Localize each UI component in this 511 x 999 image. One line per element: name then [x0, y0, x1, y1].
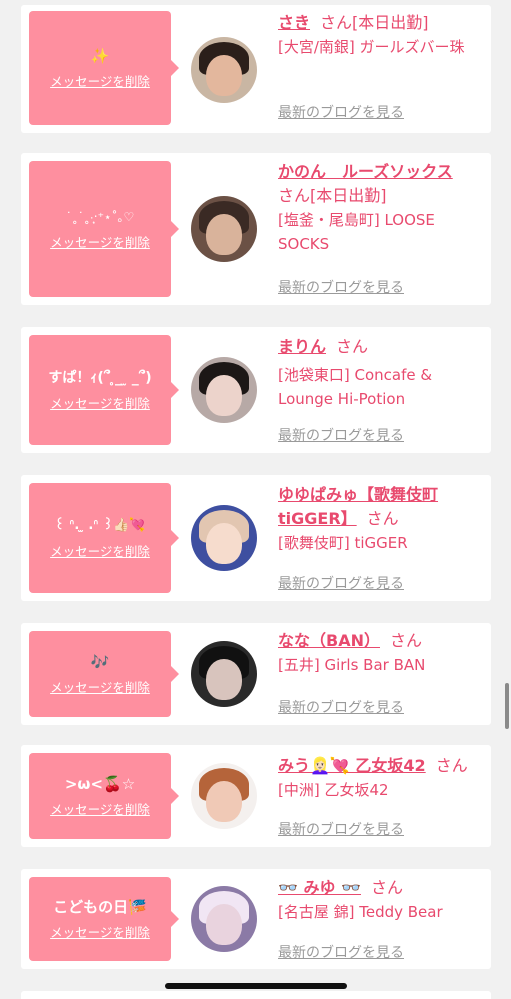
- shop-name: [中洲] 乙女坂42: [278, 781, 389, 799]
- honorific: さん: [320, 13, 353, 32]
- honorific-status: さん[本日出勤]: [278, 186, 387, 205]
- cast-card: ✨ メッセージを削除 さき さん[本日出勤] [大宮/南銀] ガールズバー珠 最新…: [21, 5, 491, 133]
- cast-card: ꒰ ᐢ. ̫ .ᐢ ꒱👍🏻💘 メッセージを削除 ゆゆぱみゅ【歌舞伎町tiGGER…: [21, 475, 491, 601]
- cast-card: ˙˳˙˳·̩͙‧⁺⋆˚｡♡ メッセージを削除 かのん ルーズソックス さん[本日…: [21, 153, 491, 305]
- honorific: さん: [371, 878, 404, 897]
- cast-card: [21, 991, 491, 999]
- message-text: 🎶: [90, 653, 110, 671]
- latest-blog-link[interactable]: 最新のブログを見る: [278, 425, 404, 445]
- cast-name-link[interactable]: まりん: [278, 337, 326, 356]
- cast-card: >ω<🍒☆ メッセージを削除 みう👱🏻‍♀️💘 乙女坂42 さん [中洲] 乙女坂…: [21, 745, 491, 847]
- avatar[interactable]: [191, 505, 257, 571]
- message-text: ꒰ ᐢ. ̫ .ᐢ ꒱👍🏻💘: [54, 518, 146, 533]
- cast-card: 🎶 メッセージを削除 なな（BAN） さん [五井] Girls Bar BAN …: [21, 623, 491, 725]
- cast-info: かのん ルーズソックス さん[本日出勤] [塩釜・尾島町] LOOSE SOCK…: [278, 160, 488, 256]
- avatar[interactable]: [191, 357, 257, 423]
- avatar[interactable]: [191, 641, 257, 707]
- cast-card: すぱ！ｨ(՞ ̥_ ̫ _՞) メッセージを削除 まりん さん [池袋東口] Co…: [21, 327, 491, 453]
- message-text: すぱ！ｨ(՞ ̥_ ̫ _՞): [48, 370, 152, 386]
- shop-name: [大宮/南銀] ガールズバー珠: [278, 38, 465, 56]
- message-text: >ω<🍒☆: [64, 775, 136, 793]
- message-bubble[interactable]: 🎶 メッセージを削除: [29, 631, 179, 717]
- avatar[interactable]: [191, 886, 257, 952]
- cast-name-link[interactable]: みう👱🏻‍♀️💘 乙女坂42: [278, 756, 426, 775]
- message-bubble[interactable]: ✨ メッセージを削除: [29, 11, 179, 125]
- shop-name: [名古屋 錦] Teddy Bear: [278, 903, 443, 921]
- shop-name: [塩釜・尾島町] LOOSE SOCKS: [278, 211, 435, 253]
- message-text: ✨: [90, 47, 110, 65]
- delete-message-link[interactable]: メッセージを削除: [50, 544, 150, 560]
- honorific: さん: [366, 509, 399, 528]
- delete-message-link[interactable]: メッセージを削除: [50, 680, 150, 696]
- cast-info: なな（BAN） さん [五井] Girls Bar BAN: [278, 629, 488, 677]
- cast-info: ゆゆぱみゅ【歌舞伎町tiGGER】 さん [歌舞伎町] tiGGER: [278, 483, 488, 555]
- home-indicator[interactable]: [165, 983, 347, 989]
- latest-blog-link[interactable]: 最新のブログを見る: [278, 573, 404, 593]
- cast-card: こどもの日🎏 メッセージを削除 👓 みゆ 👓 さん [名古屋 錦] Teddy B…: [21, 869, 491, 969]
- cast-name-link[interactable]: なな（BAN）: [278, 631, 380, 650]
- delete-message-link[interactable]: メッセージを削除: [50, 925, 150, 941]
- cast-name-link[interactable]: ゆゆぱみゅ【歌舞伎町tiGGER】: [278, 485, 438, 528]
- cast-info: 👓 みゆ 👓 さん [名古屋 錦] Teddy Bear: [278, 876, 488, 924]
- latest-blog-link[interactable]: 最新のブログを見る: [278, 942, 404, 962]
- scrollbar[interactable]: [505, 683, 509, 729]
- avatar[interactable]: [191, 37, 257, 103]
- honorific: さん: [435, 756, 468, 775]
- message-bubble[interactable]: >ω<🍒☆ メッセージを削除: [29, 753, 179, 839]
- cast-info: まりん さん [池袋東口] Concafe & Lounge Hi-Potion: [278, 335, 488, 411]
- latest-blog-link[interactable]: 最新のブログを見る: [278, 697, 404, 717]
- delete-message-link[interactable]: メッセージを削除: [50, 802, 150, 818]
- shop-name: [池袋東口] Concafe & Lounge Hi-Potion: [278, 366, 433, 408]
- attendance-status: [本日出勤]: [352, 13, 429, 32]
- delete-message-link[interactable]: メッセージを削除: [50, 74, 150, 90]
- message-bubble[interactable]: すぱ！ｨ(՞ ̥_ ̫ _՞) メッセージを削除: [29, 335, 179, 445]
- shop-name: [五井] Girls Bar BAN: [278, 656, 426, 674]
- shop-name: [歌舞伎町] tiGGER: [278, 534, 408, 552]
- honorific: さん: [389, 631, 422, 650]
- latest-blog-link[interactable]: 最新のブログを見る: [278, 819, 404, 839]
- cast-name-link[interactable]: さき: [278, 13, 310, 32]
- message-text: こどもの日🎏: [53, 898, 147, 916]
- message-bubble[interactable]: こどもの日🎏 メッセージを削除: [29, 877, 179, 961]
- delete-message-link[interactable]: メッセージを削除: [50, 396, 150, 412]
- cast-name-link[interactable]: かのん ルーズソックス: [278, 162, 453, 181]
- honorific: さん: [336, 337, 369, 356]
- cast-info: さき さん[本日出勤] [大宮/南銀] ガールズバー珠: [278, 11, 488, 59]
- avatar[interactable]: [191, 763, 257, 829]
- message-text: ˙˳˙˳·̩͙‧⁺⋆˚｡♡: [65, 210, 135, 224]
- message-bubble[interactable]: ˙˳˙˳·̩͙‧⁺⋆˚｡♡ メッセージを削除: [29, 161, 179, 297]
- avatar[interactable]: [191, 196, 257, 262]
- cast-info: みう👱🏻‍♀️💘 乙女坂42 さん [中洲] 乙女坂42: [278, 754, 490, 802]
- cast-name-link[interactable]: 👓 みゆ 👓: [278, 878, 361, 897]
- delete-message-link[interactable]: メッセージを削除: [50, 235, 150, 251]
- message-bubble[interactable]: ꒰ ᐢ. ̫ .ᐢ ꒱👍🏻💘 メッセージを削除: [29, 483, 179, 593]
- latest-blog-link[interactable]: 最新のブログを見る: [278, 102, 404, 122]
- latest-blog-link[interactable]: 最新のブログを見る: [278, 277, 404, 297]
